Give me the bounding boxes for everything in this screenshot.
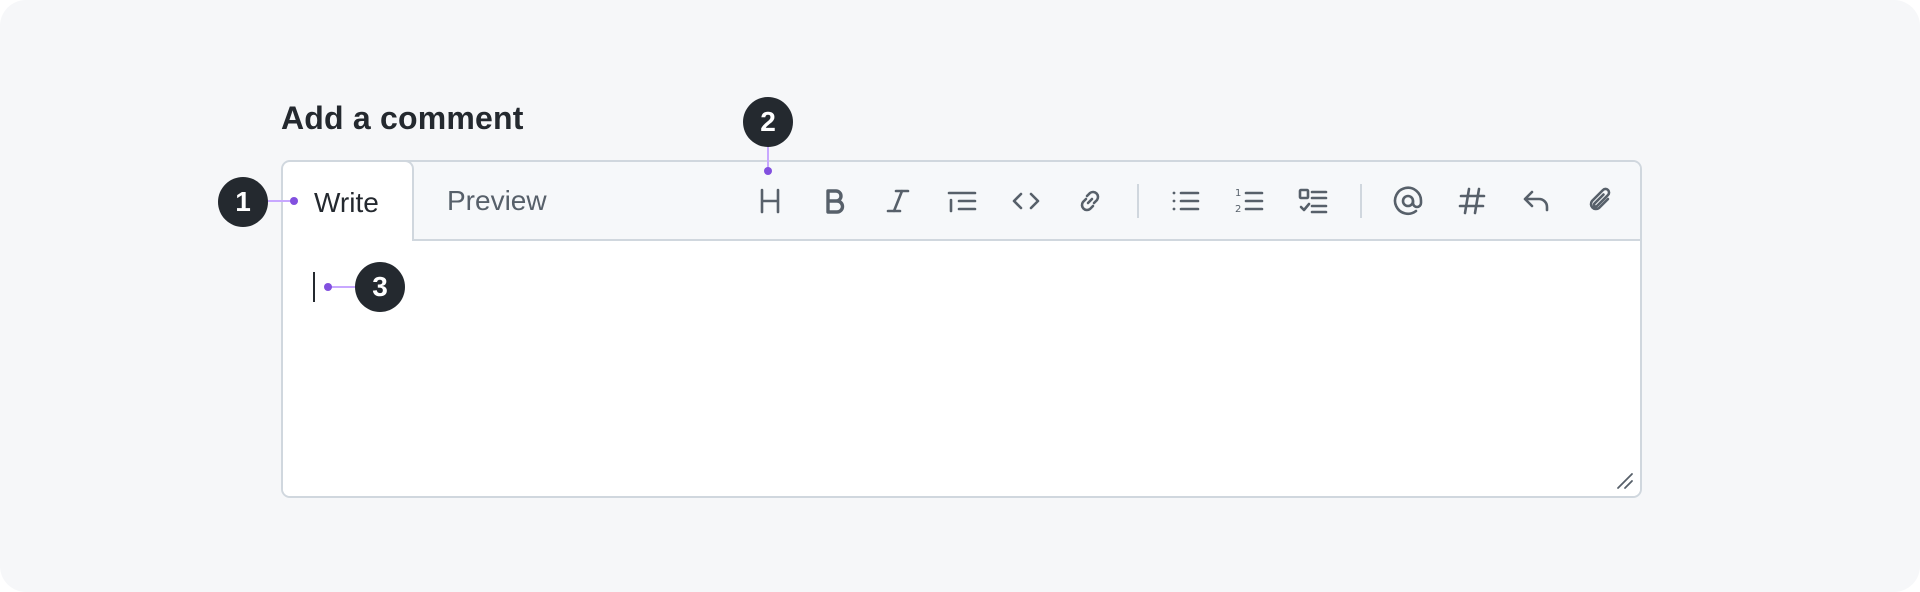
comment-textarea[interactable] [283,241,1640,496]
resize-handle-icon[interactable] [1616,472,1634,490]
task-list-button[interactable] [1291,179,1335,223]
callout-2-dot [764,167,772,175]
callout-3-badge: 3 [355,262,405,312]
link-icon [1080,190,1100,212]
svg-text:2: 2 [1235,204,1241,215]
page-frame: Add a comment Write Preview 1 2 1 2 3 [0,0,1920,592]
ordered-list-button[interactable]: 12 [1227,179,1271,223]
mention-icon [1393,186,1423,216]
page-title: Add a comment [281,100,524,136]
quote-button[interactable] [940,179,984,223]
reference-icon [1458,187,1486,215]
bold-icon [826,189,845,214]
attach-icon [1589,187,1611,211]
task-list-icon [1298,188,1328,214]
reference-button[interactable] [1450,179,1494,223]
callout-2-badge: 2 [743,97,793,147]
reply-icon [1523,190,1549,212]
mention-button[interactable] [1386,179,1430,223]
bold-button[interactable] [812,179,856,223]
link-button[interactable] [1068,179,1112,223]
callout-1-badge: 1 [218,177,268,227]
quote-icon [947,191,977,213]
ordered-list-icon: 12 [1235,188,1264,215]
unordered-list-button[interactable] [1163,179,1207,223]
code-icon [1012,192,1040,210]
text-caret [313,272,315,302]
tab-preview[interactable]: Preview [416,162,578,239]
italic-icon [886,189,910,213]
toolbar-divider [1137,184,1139,218]
toolbar-divider [1360,184,1362,218]
code-button[interactable] [1004,179,1048,223]
attach-button[interactable] [1578,179,1622,223]
editor-toolbar: Write Preview 1 2 [283,162,1640,241]
comment-editor: Write Preview 1 2 [281,160,1642,498]
callout-1-dot [290,197,298,205]
callout-3-dot [324,283,332,291]
tab-write[interactable]: Write [283,162,414,241]
svg-text:1: 1 [1235,188,1241,199]
italic-button[interactable] [876,179,920,223]
heading-icon [760,188,780,214]
reply-button[interactable] [1514,179,1558,223]
heading-button[interactable] [748,179,792,223]
unordered-list-icon [1172,191,1200,211]
